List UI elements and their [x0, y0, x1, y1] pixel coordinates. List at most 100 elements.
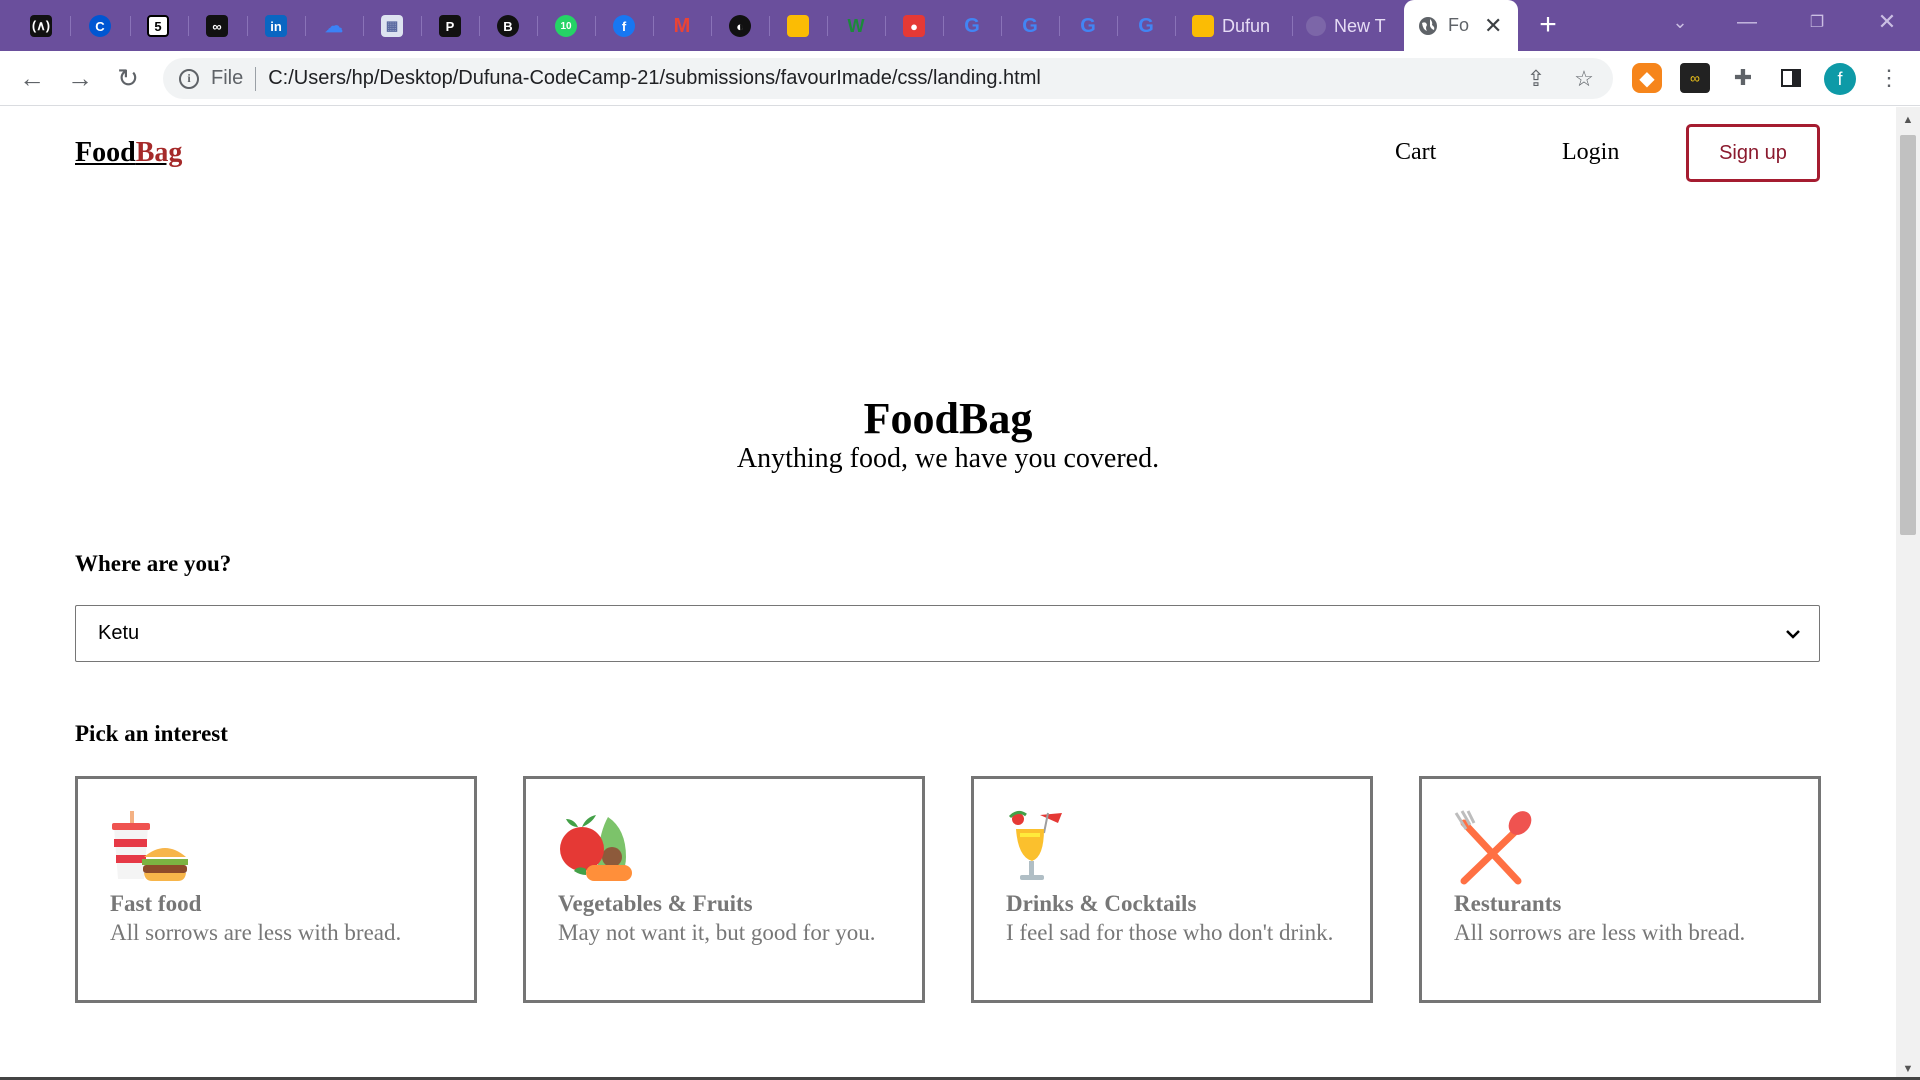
- close-icon[interactable]: ✕: [1484, 13, 1502, 39]
- interest-label: Pick an interest: [75, 721, 228, 746]
- tab[interactable]: P: [423, 8, 477, 44]
- scroll-thumb[interactable]: [1900, 135, 1916, 535]
- puzzle-extensions-icon[interactable]: ✚: [1728, 63, 1758, 93]
- restore-icon[interactable]: ❐: [1782, 0, 1852, 44]
- google-slides-icon: [1192, 15, 1214, 37]
- tab[interactable]: G: [945, 8, 999, 44]
- close-window-icon[interactable]: ✕: [1852, 0, 1920, 44]
- google-icon: G: [1022, 14, 1038, 37]
- tab[interactable]: (∧): [14, 8, 68, 44]
- tab-separator: [1001, 16, 1002, 36]
- tab-separator: [1292, 16, 1293, 36]
- tab-search-icon[interactable]: ⌄: [1645, 0, 1715, 44]
- tab-separator: [1117, 16, 1118, 36]
- tab[interactable]: in: [249, 8, 303, 44]
- scroll-up-arrow-icon[interactable]: ▲: [1896, 111, 1920, 129]
- tab[interactable]: ▦: [365, 8, 419, 44]
- new-tab-button[interactable]: +: [1530, 10, 1566, 42]
- metamask-fox-icon[interactable]: ◆: [1632, 63, 1662, 93]
- tab[interactable]: G: [1003, 8, 1057, 44]
- scroll-down-arrow-icon[interactable]: ▼: [1896, 1060, 1920, 1078]
- fork-spoon-icon: [1454, 810, 1532, 885]
- forward-arrow-icon[interactable]: →: [62, 60, 98, 96]
- info-icon[interactable]: i: [179, 68, 199, 89]
- nav-login-link[interactable]: Login: [1562, 139, 1619, 166]
- location-select[interactable]: Ketu: [75, 605, 1820, 662]
- record-icon: ●: [903, 15, 925, 37]
- fruits-vegetables-icon: [560, 815, 632, 881]
- reload-icon[interactable]: ↻: [110, 60, 146, 96]
- brand-part-food: Food: [75, 137, 136, 168]
- interest-card-resturants[interactable]: Resturants All sorrows are less with bre…: [1419, 776, 1821, 1003]
- b-icon: B: [497, 15, 519, 37]
- whatsapp-icon: 10: [555, 15, 577, 37]
- page-viewport: FoodBag Cart Login Sign up FoodBag Anyth…: [0, 107, 1896, 1077]
- tab-separator: [421, 16, 422, 36]
- avatar[interactable]: f: [1824, 63, 1856, 95]
- card-title: Vegetables & Fruits: [558, 891, 753, 916]
- tab-dufuna[interactable]: Dufun: [1192, 8, 1270, 44]
- page-scrollbar[interactable]: ▲ ▼: [1896, 107, 1920, 1080]
- globe-icon: [1419, 16, 1437, 35]
- tab-separator: [537, 16, 538, 36]
- location-label: Where are you?: [75, 551, 232, 576]
- card-description: All sorrows are less with bread.: [1454, 920, 1746, 945]
- tab[interactable]: G: [1119, 8, 1173, 44]
- brand-logo-link[interactable]: FoodBag: [75, 137, 182, 169]
- gmail-icon: M: [673, 14, 691, 37]
- tab-separator: [885, 16, 886, 36]
- tab[interactable]: [771, 8, 825, 44]
- fast-food-icon: [112, 811, 188, 881]
- card-description: I feel sad for those who don't drink.: [1006, 920, 1334, 945]
- more-menu-icon[interactable]: ⋮: [1874, 63, 1904, 93]
- tab[interactable]: ☁: [307, 8, 361, 44]
- hero-title: FoodBag: [863, 394, 1033, 443]
- coursera-c-icon: C: [89, 15, 111, 37]
- chevron-down-icon: [1786, 630, 1800, 639]
- interest-card-fast-food[interactable]: Fast food All sorrows are less with brea…: [75, 776, 477, 1003]
- tab-separator: [479, 16, 480, 36]
- tab[interactable]: ◐: [713, 8, 767, 44]
- html5-shield-icon: 5: [147, 15, 169, 37]
- address-bar[interactable]: i File C:/Users/hp/Desktop/Dufuna-CodeCa…: [163, 58, 1613, 99]
- tab[interactable]: ●: [887, 8, 941, 44]
- tab-separator: [305, 16, 306, 36]
- interest-card-vegetables-fruits[interactable]: Vegetables & Fruits May not want it, but…: [523, 776, 925, 1003]
- google-icon: G: [964, 14, 980, 37]
- scheme-label: File: [211, 67, 244, 89]
- chain-link-icon: ∞: [206, 15, 228, 37]
- share-icon[interactable]: ⇪: [1523, 66, 1549, 92]
- side-panel-icon[interactable]: [1776, 63, 1806, 93]
- url-text[interactable]: C:/Users/hp/Desktop/Dufuna-CodeCamp-21/s…: [268, 67, 1041, 90]
- browser-tabstrip: (∧) C 5 ∞ in ☁ ▦ P B 10 f M ◐ W ● G G G …: [0, 0, 1920, 51]
- tab[interactable]: G: [1061, 8, 1115, 44]
- tab-separator: [1175, 16, 1176, 36]
- tab-new[interactable]: New T: [1306, 8, 1386, 44]
- tab-label: New T: [1334, 15, 1386, 36]
- gallery-icon: ▦: [381, 15, 403, 37]
- tab[interactable]: 10: [539, 8, 593, 44]
- signup-button[interactable]: Sign up: [1686, 124, 1820, 182]
- w-icon: W: [847, 15, 865, 36]
- tab-separator: [188, 16, 189, 36]
- tab-separator: [943, 16, 944, 36]
- star-bookmark-icon[interactable]: ☆: [1571, 66, 1597, 92]
- tab[interactable]: C: [73, 8, 127, 44]
- tab-active[interactable]: Fo ✕: [1404, 0, 1518, 51]
- tab[interactable]: W: [829, 8, 883, 44]
- tab[interactable]: 5: [131, 8, 185, 44]
- tab[interactable]: M: [655, 8, 709, 44]
- nav-cart-link[interactable]: Cart: [1395, 139, 1436, 166]
- github-icon: ◐: [729, 15, 751, 37]
- interest-card-drinks-cocktails[interactable]: Drinks & Cocktails I feel sad for those …: [971, 776, 1373, 1003]
- minimize-icon[interactable]: —: [1712, 0, 1782, 44]
- tab[interactable]: ∞: [190, 8, 244, 44]
- tab[interactable]: B: [481, 8, 535, 44]
- browser-toolbar: ← → ↻ i File C:/Users/hp/Desktop/Dufuna-…: [0, 51, 1920, 106]
- back-arrow-icon[interactable]: ←: [14, 60, 50, 96]
- cloud-icon: ☁: [325, 15, 343, 36]
- tab-separator: [711, 16, 712, 36]
- extension-box-icon[interactable]: ∞: [1680, 63, 1710, 93]
- tab[interactable]: f: [597, 8, 651, 44]
- google-icon: G: [1138, 14, 1154, 37]
